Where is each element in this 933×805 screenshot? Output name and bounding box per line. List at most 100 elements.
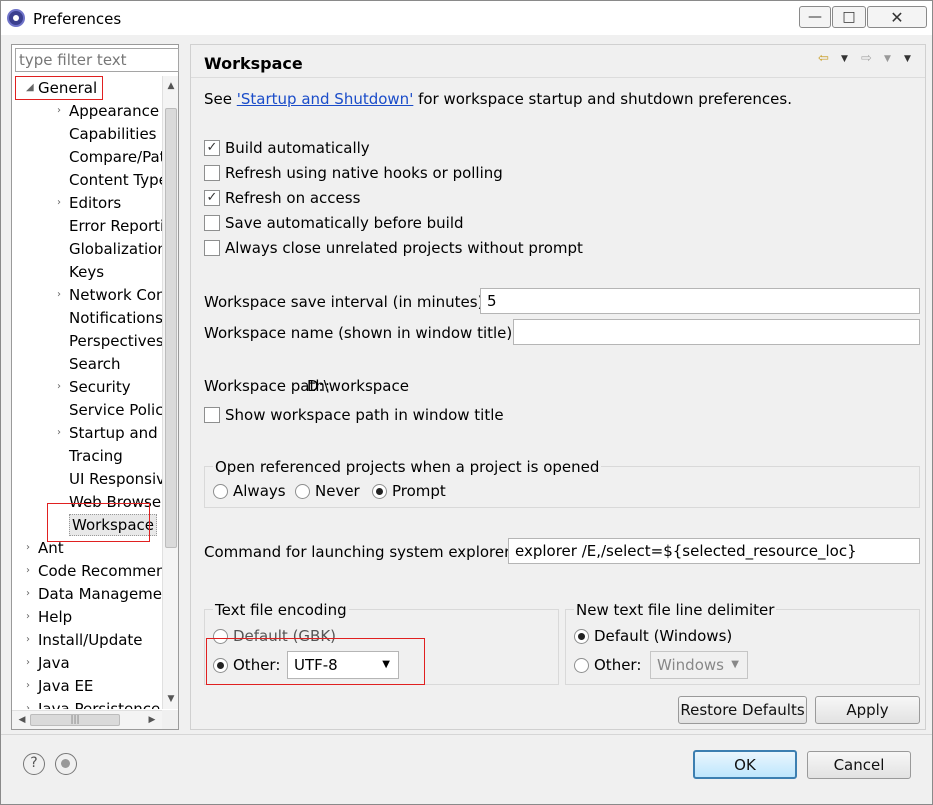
expand-arrow-icon[interactable]: › [57, 376, 67, 398]
tree-item-label: Compare/Patch [69, 148, 162, 166]
workspace-name-input[interactable] [513, 319, 920, 345]
tree-item-label: Error Reporting [69, 217, 162, 235]
workspace-page: Workspace ⇦ ▼ ⇨ ▼ ▼ See 'Startup and Shu… [190, 44, 926, 730]
minimize-button[interactable]: — [799, 6, 831, 28]
tree-item-label: Code Recommenders [38, 562, 162, 580]
title-bar: Preferences — □ ✕ [1, 1, 932, 35]
scroll-down-arrow-icon[interactable]: ▼ [163, 691, 179, 707]
save-before-build-checkbox[interactable]: Save automatically before build [204, 212, 464, 234]
close-unrelated-projects-checkbox[interactable]: Always close unrelated projects without … [204, 237, 583, 259]
expand-arrow-icon[interactable]: › [26, 606, 36, 628]
radio-label: Never [315, 482, 360, 500]
checkbox-label: Refresh on access [225, 189, 361, 207]
forward-arrow-icon[interactable]: ⇨ [861, 51, 872, 66]
radio-button[interactable] [574, 628, 589, 644]
radio-label: Other: [594, 656, 642, 674]
back-dropdown-icon[interactable]: ▼ [841, 54, 848, 64]
refresh-native-hooks-checkbox[interactable]: Refresh using native hooks or polling [204, 162, 503, 184]
expand-arrow-icon[interactable]: › [26, 537, 36, 559]
horizontal-scrollbar[interactable]: ◀ ||| ▶ [12, 710, 162, 729]
delimiter-other-radio[interactable]: Other: [574, 654, 641, 676]
expand-arrow-icon[interactable]: › [26, 675, 36, 697]
header-separator [191, 77, 925, 78]
tree-item-label: Search [69, 355, 121, 373]
record-macro-icon[interactable] [55, 753, 77, 775]
scroll-thumb[interactable] [165, 108, 177, 548]
group-title: Open referenced projects when a project … [213, 458, 602, 476]
expand-arrow-icon[interactable]: › [26, 583, 36, 605]
forward-dropdown-icon[interactable]: ▼ [884, 54, 891, 64]
maximize-button[interactable]: □ [832, 6, 866, 28]
explorer-command-label: Command for launching system explorer: [204, 543, 516, 561]
checkbox-box[interactable] [204, 215, 220, 231]
back-arrow-icon[interactable]: ⇦ [818, 51, 829, 66]
radio-prompt[interactable]: Prompt [372, 480, 446, 502]
tree-item-label: Globalization [69, 240, 162, 258]
checkbox-label: Build automatically [225, 139, 370, 157]
vertical-scrollbar[interactable]: ▲ ▼ [162, 76, 178, 709]
expand-arrow-icon[interactable]: › [26, 560, 36, 582]
radio-button[interactable] [213, 483, 228, 499]
checkbox-label: Save automatically before build [225, 214, 464, 232]
close-button[interactable]: ✕ [867, 6, 927, 28]
group-title: Text file encoding [213, 601, 349, 619]
build-automatically-checkbox[interactable]: ✓ Build automatically [204, 137, 370, 159]
tree-item-label: Network Connections [69, 286, 162, 304]
scroll-corner [162, 710, 178, 729]
tree-item-label: Capabilities [69, 125, 157, 143]
preferences-tree-panel: ◢General›AppearanceCapabilitiesCompare/P… [11, 44, 179, 730]
tree-item-label: Tracing [69, 447, 123, 465]
show-path-checkbox[interactable]: Show workspace path in window title [204, 404, 504, 426]
tree-item-label: UI Responsiveness [69, 470, 162, 488]
radio-always[interactable]: Always [213, 480, 286, 502]
tree-item-label: Data Management [38, 585, 162, 603]
expand-arrow-icon[interactable]: › [26, 652, 36, 674]
tree-item-label: Editors [69, 194, 122, 212]
tree-item-label: Service Policies [69, 401, 162, 419]
filter-input[interactable] [15, 48, 179, 72]
scroll-up-arrow-icon[interactable]: ▲ [163, 78, 179, 94]
apply-button[interactable]: Apply [815, 696, 920, 724]
tree-item-label: Security [69, 378, 131, 396]
radio-label: Always [233, 482, 286, 500]
radio-button[interactable] [295, 483, 310, 499]
ok-button[interactable]: OK [693, 750, 797, 779]
highlight-general [15, 76, 103, 100]
refresh-on-access-checkbox[interactable]: ✓ Refresh on access [204, 187, 360, 209]
workspace-name-label: Workspace name (shown in window title): [204, 324, 518, 342]
expand-arrow-icon[interactable]: › [26, 629, 36, 651]
explorer-command-input[interactable]: explorer /E,/select=${selected_resource_… [508, 538, 920, 564]
expand-arrow-icon[interactable]: › [57, 100, 67, 122]
cancel-button[interactable]: Cancel [807, 751, 911, 779]
checkbox-box[interactable]: ✓ [204, 190, 220, 206]
info-suffix: for workspace startup and shutdown prefe… [413, 90, 792, 108]
tree-item-label: Help [38, 608, 73, 626]
radio-button[interactable] [372, 483, 387, 499]
scroll-left-arrow-icon[interactable]: ◀ [14, 711, 30, 730]
tree-item-label: Java Persistence [38, 700, 161, 709]
tree-item-label: Perspectives [69, 332, 162, 350]
delimiter-select[interactable]: Windows ▼ [650, 651, 748, 679]
checkbox-box[interactable] [204, 165, 220, 181]
restore-defaults-button[interactable]: Restore Defaults [678, 696, 807, 724]
line-delimiter-group: New text file line delimiter Default (Wi… [565, 601, 920, 685]
view-menu-icon[interactable]: ▼ [904, 54, 911, 64]
radio-never[interactable]: Never [295, 480, 360, 502]
checkbox-box[interactable] [204, 407, 220, 423]
expand-arrow-icon[interactable]: › [57, 284, 67, 306]
expand-arrow-icon[interactable]: › [26, 698, 36, 709]
startup-shutdown-link[interactable]: 'Startup and Shutdown' [237, 90, 414, 108]
horizontal-scroll-thumb[interactable]: ||| [30, 714, 120, 726]
info-text: See 'Startup and Shutdown' for workspace… [204, 90, 792, 108]
checkbox-box[interactable]: ✓ [204, 140, 220, 156]
expand-arrow-icon[interactable]: › [57, 422, 67, 444]
checkbox-box[interactable] [204, 240, 220, 256]
help-icon[interactable]: ? [23, 753, 45, 775]
delimiter-default-radio[interactable]: Default (Windows) [574, 625, 732, 647]
scroll-right-arrow-icon[interactable]: ▶ [144, 711, 160, 730]
expand-arrow-icon[interactable]: › [57, 192, 67, 214]
highlight-workspace [47, 503, 150, 542]
radio-button[interactable] [574, 657, 589, 673]
save-interval-input[interactable]: 5 [480, 288, 920, 314]
open-projects-group: Open referenced projects when a project … [204, 458, 920, 508]
